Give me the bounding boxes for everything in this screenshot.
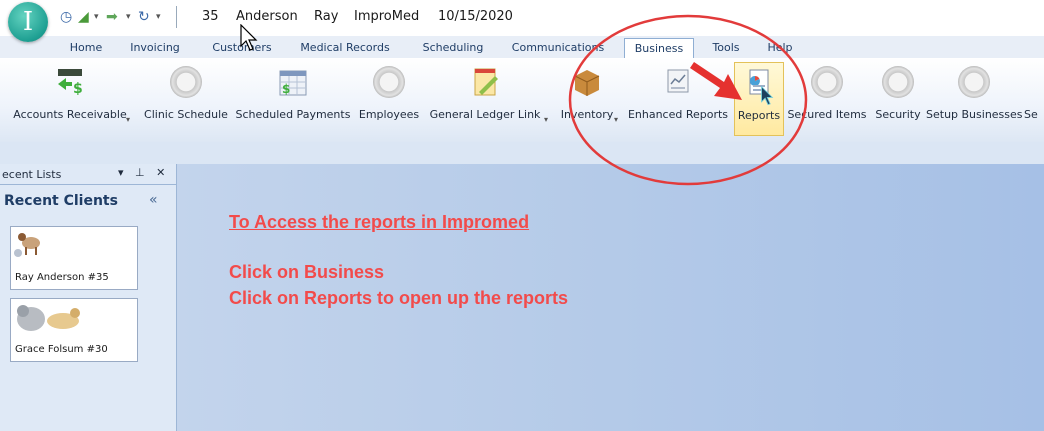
history-icon[interactable]: ◷ <box>60 8 72 26</box>
ribbon-label: Setup Businesses <box>926 108 1023 121</box>
recent-client-card[interactable]: Ray Anderson #35 <box>10 226 138 290</box>
calendar-payment-icon: $ <box>279 70 307 96</box>
record-number: 35 <box>202 9 219 24</box>
forward-icon[interactable]: ➡ <box>106 8 118 26</box>
gear-icon <box>958 66 990 98</box>
ribbon-label: Scheduled Payments <box>235 108 351 121</box>
svg-text:$: $ <box>73 81 83 97</box>
app-name: ImproMed <box>354 9 420 24</box>
dropdown-icon[interactable]: ▾ <box>126 115 130 124</box>
dropdown-icon[interactable]: ▾ <box>544 115 548 124</box>
divider <box>176 6 177 28</box>
ledger-pencil-icon <box>474 68 498 96</box>
current-date: 10/15/2020 <box>438 9 513 24</box>
gear-icon <box>882 66 914 98</box>
collapse-icon[interactable]: « <box>149 192 158 208</box>
quick-access-icon[interactable]: ◢ <box>78 8 89 26</box>
accounts-receivable-icon: $ <box>58 69 83 97</box>
ribbon-label: Se <box>1024 108 1038 121</box>
dropdown-icon[interactable]: ▾ <box>126 8 131 26</box>
tab-invoicing[interactable]: Invoicing <box>122 38 188 58</box>
tab-home[interactable]: Home <box>58 38 114 58</box>
application-menu-button[interactable]: I <box>8 2 48 42</box>
gear-icon <box>811 66 843 98</box>
security-button[interactable]: Security <box>870 62 926 134</box>
cut-off-ribbon-button[interactable]: Se <box>1024 62 1044 134</box>
panel-header: ecent Lists ▾ ⊥ ✕ <box>0 166 176 184</box>
client-name: Grace Folsum #30 <box>15 344 108 355</box>
mouse-cursor-icon <box>761 86 774 106</box>
clinic-schedule-button[interactable]: Clinic Schedule <box>140 62 232 134</box>
gear-icon <box>170 66 202 98</box>
recent-client-card[interactable]: Grace Folsum #30 <box>10 298 138 362</box>
ribbon-label: General Ledger Link <box>429 108 541 121</box>
panel-title: ecent Lists <box>2 168 62 181</box>
ribbon-label: Employees <box>358 108 420 121</box>
recent-clients-heading: Recent Clients <box>4 193 118 209</box>
general-ledger-link-button[interactable]: General Ledger Link <box>426 62 544 134</box>
tab-medical-records[interactable]: Medical Records <box>290 38 400 58</box>
svg-text:$: $ <box>282 82 290 96</box>
dropdown-icon[interactable]: ▾ <box>156 8 161 26</box>
client-last-name: Anderson <box>236 9 298 24</box>
employees-button[interactable]: Employees <box>354 62 424 134</box>
instruction-title: To Access the reports in Impromed <box>229 212 530 232</box>
refresh-icon[interactable]: ↻ <box>138 8 150 26</box>
ribbon-label: Accounts Receivable <box>13 108 127 121</box>
pet-thumbnail-icon <box>17 305 80 331</box>
gear-icon <box>373 66 405 98</box>
setup-businesses-button[interactable]: Setup Businesses <box>926 62 1023 134</box>
ribbon-label: Security <box>875 108 921 121</box>
client-name: Ray Anderson #35 <box>15 272 109 283</box>
instruction-line: Click on Reports to open up the reports <box>229 288 569 308</box>
client-first-name: Ray <box>314 9 339 24</box>
tab-scheduling[interactable]: Scheduling <box>410 38 496 58</box>
instruction-line: Click on Business <box>229 262 385 282</box>
panel-window-buttons[interactable]: ▾ ⊥ ✕ <box>118 166 169 179</box>
pet-thumbnail-icon <box>14 233 40 257</box>
ribbon-label: Clinic Schedule <box>144 108 228 121</box>
scheduled-payments-button[interactable]: $ Scheduled Payments <box>234 62 352 134</box>
accounts-receivable-button[interactable]: $ Accounts Receivable <box>10 62 130 134</box>
dropdown-icon[interactable]: ▾ <box>94 8 99 26</box>
divider <box>0 184 176 185</box>
pointer-arrow-icon <box>690 62 742 100</box>
mouse-cursor-icon <box>240 24 258 51</box>
ribbon-footer <box>0 142 1044 164</box>
